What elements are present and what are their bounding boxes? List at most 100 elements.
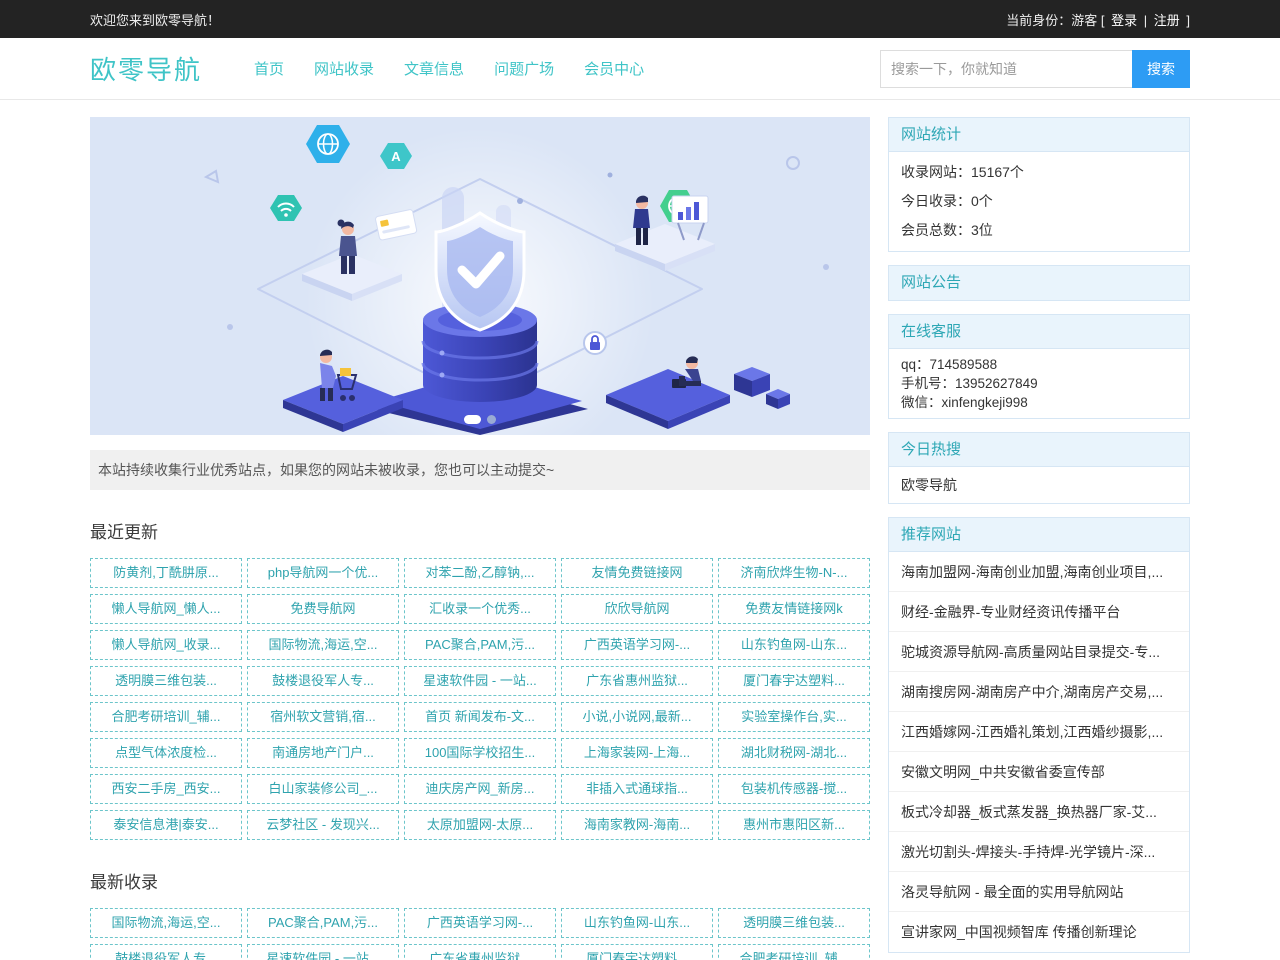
site-link[interactable]: 广东省惠州监狱... [404, 944, 556, 960]
site-link[interactable]: 欣欣导航网 [561, 594, 713, 624]
site-link[interactable]: 厦门春宇达塑料... [718, 666, 870, 696]
site-link[interactable]: 云梦社区 - 发现兴... [247, 810, 399, 840]
site-link[interactable]: 合肥考研培训_辅... [90, 702, 242, 732]
search-button[interactable]: 搜索 [1132, 50, 1190, 88]
site-link[interactable]: 防黄剂,丁酰肼原... [90, 558, 242, 588]
site-link[interactable]: php导航网一个优... [247, 558, 399, 588]
site-link[interactable]: 包装机传感器-搅... [718, 774, 870, 804]
site-link[interactable]: 太原加盟网-太原... [404, 810, 556, 840]
nav-item[interactable]: 文章信息 [404, 58, 464, 79]
site-link[interactable]: 广西英语学习网-... [561, 630, 713, 660]
recommended-site-link[interactable]: 安徽文明网_中共安徽省委宣传部 [889, 752, 1189, 792]
site-link[interactable]: 小说,小说网,最新... [561, 702, 713, 732]
recent-updates-title: 最近更新 [90, 518, 870, 543]
hot-search-item[interactable]: 欧零导航 [901, 477, 957, 493]
contact-line: 微信：xinfengkeji998 [901, 393, 1177, 412]
site-link[interactable]: 南通房地产门户... [247, 738, 399, 768]
site-link[interactable]: 汇收录一个优秀... [404, 594, 556, 624]
site-link[interactable]: 非插入式通球指... [561, 774, 713, 804]
recommended-site-link[interactable]: 江西婚嫁网-江西婚礼策划,江西婚纱摄影,... [889, 712, 1189, 752]
nav-item[interactable]: 会员中心 [584, 58, 644, 79]
site-link[interactable]: 惠州市惠阳区新... [718, 810, 870, 840]
site-link[interactable]: 懒人导航网_懒人... [90, 594, 242, 624]
main-content: A [90, 117, 1190, 960]
latest-included-title: 最新收录 [90, 868, 870, 893]
recommended-sites-box: 推荐网站 海南加盟网-海南创业加盟,海南创业项目,...财经-金融界-专业财经资… [888, 517, 1190, 953]
site-link[interactable]: 山东钓鱼网-山东... [561, 908, 713, 938]
register-link[interactable]: 注册 [1154, 13, 1180, 28]
stat-line: 会员总数：3位 [901, 216, 1177, 245]
site-link[interactable]: 湖北财税网-湖北... [718, 738, 870, 768]
carousel-dots [90, 415, 870, 424]
site-link[interactable]: 鼓楼退役军人专... [247, 666, 399, 696]
contact-line: 手机号：13952627849 [901, 374, 1177, 393]
site-link[interactable]: 济南欣烨生物-N-... [718, 558, 870, 588]
site-link[interactable]: 迪庆房产网_新房... [404, 774, 556, 804]
welcome-text: 欢迎您来到欧零导航！ [90, 10, 220, 29]
announcement-title: 网站公告 [889, 266, 1189, 300]
site-link[interactable]: 宿州软文营销,宿... [247, 702, 399, 732]
site-link[interactable]: 西安二手房_西安... [90, 774, 242, 804]
site-stats-title: 网站统计 [889, 118, 1189, 152]
recommended-site-link[interactable]: 宣讲家网_中国视频智库 传播创新理论 [889, 912, 1189, 952]
recommended-site-link[interactable]: 海南加盟网-海南创业加盟,海南创业项目,... [889, 552, 1189, 592]
carousel-dot-active[interactable] [464, 415, 481, 424]
site-link[interactable]: PAC聚合,PAM,污... [404, 630, 556, 660]
site-link[interactable]: 100国际学校招生... [404, 738, 556, 768]
site-link[interactable]: 国际物流,海运,空... [247, 630, 399, 660]
user-status: 当前身份：游客 [ 登录 | 注册 ] [1003, 10, 1190, 29]
carousel-dot[interactable] [487, 415, 496, 424]
stat-line: 今日收录：0个 [901, 187, 1177, 216]
site-link[interactable]: 厦门春宇达塑料... [561, 944, 713, 960]
site-link[interactable]: 友情免费链接网 [561, 558, 713, 588]
site-link[interactable]: 合肥考研培训_辅... [718, 944, 870, 960]
site-link[interactable]: 透明膜三维包装... [718, 908, 870, 938]
hero-banner[interactable]: A [90, 117, 870, 435]
identity-text: 当前身份：游客 [ [1006, 13, 1104, 28]
nav-item[interactable]: 首页 [254, 58, 284, 79]
site-link[interactable]: 广西英语学习网-... [404, 908, 556, 938]
site-link[interactable]: 透明膜三维包装... [90, 666, 242, 696]
recommended-site-link[interactable]: 板式冷却器_板式蒸发器_换热器厂家-艾... [889, 792, 1189, 832]
site-link[interactable]: 山东钓鱼网-山东... [718, 630, 870, 660]
recommended-site-link[interactable]: 激光切割头-焊接头-手持焊-光学镜片-深... [889, 832, 1189, 872]
login-link[interactable]: 登录 [1111, 13, 1137, 28]
nav-item[interactable]: 问题广场 [494, 58, 554, 79]
site-link[interactable]: 对苯二酚,乙醇钠,... [404, 558, 556, 588]
hot-search-box: 今日热搜 欧零导航 [888, 432, 1190, 504]
site-logo[interactable]: 欧零导航 [90, 50, 202, 87]
recommended-site-link[interactable]: 洛灵导航网 - 最全面的实用导航网站 [889, 872, 1189, 912]
search-input[interactable] [880, 50, 1132, 88]
hot-search-body: 欧零导航 [889, 467, 1189, 503]
site-link[interactable]: 广东省惠州监狱... [561, 666, 713, 696]
site-link[interactable]: 实验室操作台,实... [718, 702, 870, 732]
site-link[interactable]: 点型气体浓度检... [90, 738, 242, 768]
recommended-site-link[interactable]: 驼城资源导航网-高质量网站目录提交-专... [889, 632, 1189, 672]
sidebar: 网站统计 收录网站：15167个今日收录：0个会员总数：3位 网站公告 在线客服… [888, 117, 1190, 960]
customer-service-title: 在线客服 [889, 315, 1189, 349]
lock-icon [584, 332, 606, 354]
site-link[interactable]: PAC聚合,PAM,污... [247, 908, 399, 938]
site-link[interactable]: 上海家装网-上海... [561, 738, 713, 768]
site-link[interactable]: 首页 新闻发布-文... [404, 702, 556, 732]
left-column: A [90, 117, 870, 960]
latest-included-grid: 国际物流,海运,空...PAC聚合,PAM,污...广西英语学习网-...山东钓… [90, 908, 870, 960]
site-link[interactable]: 星速软件园 - 一站... [247, 944, 399, 960]
site-link[interactable]: 星速软件园 - 一站... [404, 666, 556, 696]
site-link[interactable]: 懒人导航网_收录... [90, 630, 242, 660]
recommended-site-link[interactable]: 财经-金融界-专业财经资讯传播平台 [889, 592, 1189, 632]
site-link[interactable]: 白山家装修公司_... [247, 774, 399, 804]
shield-check-icon [436, 213, 524, 330]
site-link[interactable]: 鼓楼退役军人专... [90, 944, 242, 960]
site-link[interactable]: 泰安信息港|泰安... [90, 810, 242, 840]
login-register-separator: | [1144, 13, 1147, 28]
recommended-site-link[interactable]: 湖南搜房网-湖南房产中介,湖南房产交易,... [889, 672, 1189, 712]
main-nav: 首页 网站收录 文章信息 问题广场 会员中心 [254, 58, 644, 79]
site-link[interactable]: 海南家教网-海南... [561, 810, 713, 840]
site-link[interactable]: 国际物流,海运,空... [90, 908, 242, 938]
site-stats-box: 网站统计 收录网站：15167个今日收录：0个会员总数：3位 [888, 117, 1190, 252]
site-link[interactable]: 免费导航网 [247, 594, 399, 624]
nav-item[interactable]: 网站收录 [314, 58, 374, 79]
site-link[interactable]: 免费友情链接网k [718, 594, 870, 624]
banner-illustration: A [90, 117, 870, 435]
